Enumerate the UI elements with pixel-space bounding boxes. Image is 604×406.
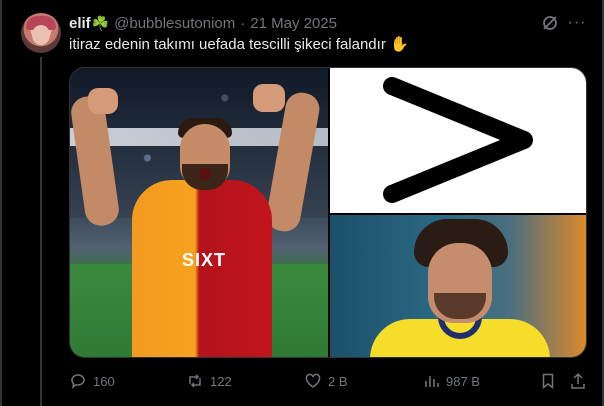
- reply-count: 160: [93, 373, 115, 389]
- photo-player-portrait[interactable]: [330, 215, 586, 357]
- reply-icon: [71, 374, 85, 389]
- repost-count: 122: [210, 373, 232, 389]
- thread-line: [40, 57, 42, 406]
- author-name[interactable]: elif: [69, 15, 91, 32]
- views-button[interactable]: 987 B: [422, 372, 480, 390]
- like-icon: [305, 373, 321, 388]
- tweet-body: itiraz edenin takımı uefada tescilli şik…: [69, 36, 386, 53]
- repost-button[interactable]: 122: [186, 372, 232, 390]
- tweet-text: itiraz edenin takımı uefada tescilli şik…: [69, 35, 409, 53]
- shamrock-emoji: ☘️: [91, 14, 110, 31]
- tweet-header: elif ☘️ @bubblesutoniom · 21 May 2025: [69, 13, 337, 33]
- views-icon: [425, 376, 439, 387]
- media-grid[interactable]: SIXT: [69, 67, 587, 358]
- tweet-actions: 160 122 2 B 987 B: [69, 372, 587, 392]
- greater-than-icon: [383, 77, 533, 203]
- bookmark-button[interactable]: [539, 372, 557, 390]
- photo-greater-than-symbol[interactable]: [330, 68, 586, 213]
- repost-icon: [189, 374, 201, 388]
- separator-dot: ·: [240, 14, 246, 32]
- views-count: 987 B: [446, 373, 480, 389]
- grok-icon[interactable]: [541, 14, 559, 32]
- reply-button[interactable]: 160: [69, 372, 115, 390]
- share-icon: [571, 372, 585, 389]
- frame-border-left: [0, 0, 2, 406]
- author-handle[interactable]: @bubblesutoniom: [114, 15, 235, 32]
- bookmark-icon: [542, 373, 554, 390]
- like-count: 2 B: [328, 373, 348, 389]
- like-button[interactable]: 2 B: [304, 372, 348, 390]
- raised-hand-emoji: ✋: [390, 36, 409, 53]
- more-icon[interactable]: ···: [567, 14, 587, 32]
- share-button[interactable]: [569, 372, 587, 390]
- tweet-date[interactable]: 21 May 2025: [250, 15, 337, 32]
- jersey-sponsor-text: SIXT: [182, 250, 227, 270]
- photo-player-celebrating[interactable]: SIXT: [70, 68, 328, 357]
- avatar[interactable]: [21, 13, 61, 53]
